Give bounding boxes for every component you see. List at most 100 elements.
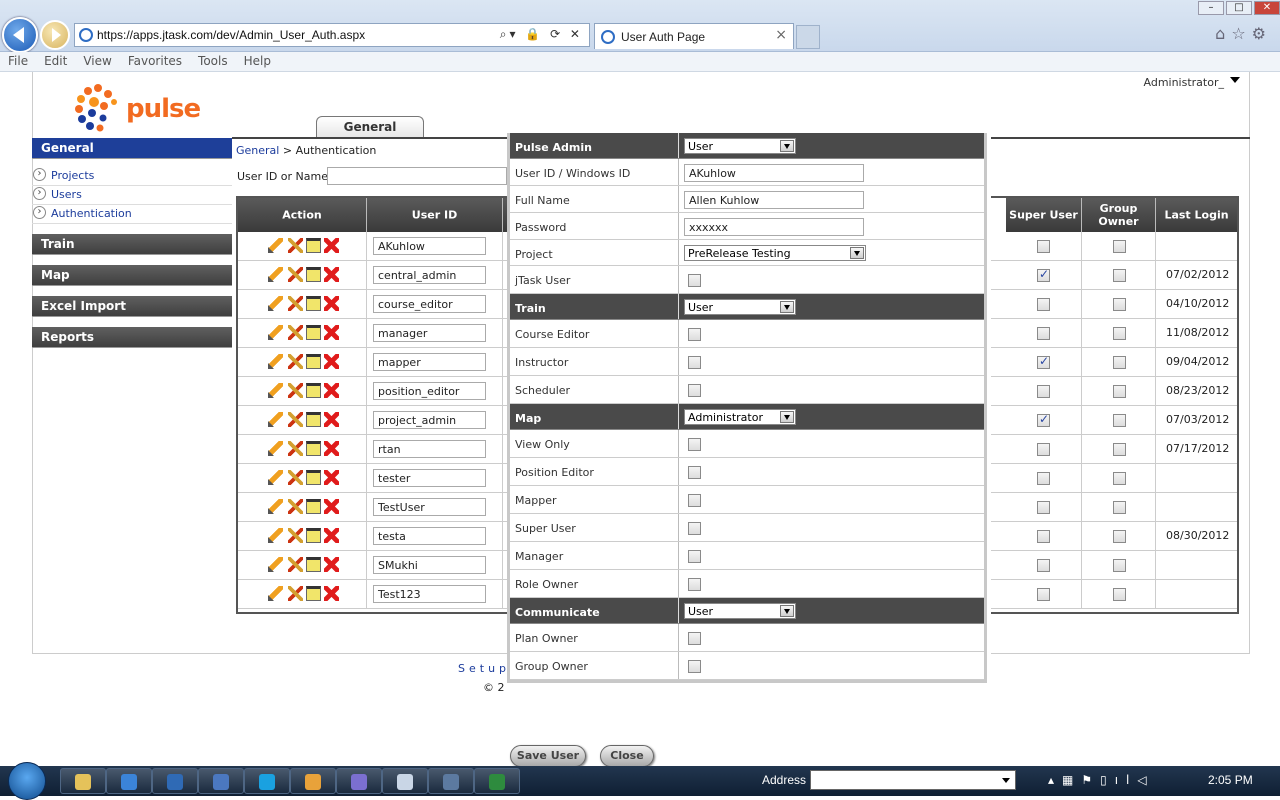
super-user-checkbox[interactable] [1037, 530, 1050, 543]
edit-pencil-icon[interactable] [268, 499, 283, 514]
edit-pencil-icon[interactable] [268, 528, 283, 543]
notes-icon[interactable] [306, 325, 321, 340]
taskbar-app-tool[interactable] [428, 768, 474, 794]
notes-icon[interactable] [306, 528, 321, 543]
full-name-field[interactable]: Allen Kuhlow [684, 191, 864, 209]
group-owner-checkbox[interactable] [1113, 472, 1126, 485]
super-user-checkbox[interactable] [1037, 267, 1050, 282]
user-id-field[interactable]: manager [373, 324, 486, 342]
delete-icon[interactable] [324, 238, 339, 253]
role-select[interactable]: Administrator [684, 409, 796, 425]
sidebar-item-projects[interactable]: Projects [32, 167, 232, 186]
user-id-field[interactable]: TestUser [373, 498, 486, 516]
reset-key-icon[interactable] [288, 499, 303, 514]
group-owner-checkbox[interactable] [1113, 356, 1126, 369]
clock[interactable]: 2:05 PM [1208, 773, 1253, 787]
edit-pencil-icon[interactable] [268, 586, 283, 601]
delete-icon[interactable] [324, 325, 339, 340]
reset-key-icon[interactable] [288, 586, 303, 601]
super-user-checkbox[interactable] [1037, 412, 1050, 427]
close-tab-icon[interactable]: × [775, 27, 787, 43]
user-id-field[interactable]: position_editor [373, 382, 486, 400]
edit-pencil-icon[interactable] [268, 325, 283, 340]
delete-icon[interactable] [324, 499, 339, 514]
footer-links[interactable]: Setup [458, 662, 510, 675]
reset-key-icon[interactable] [288, 470, 303, 485]
sidebar-reports[interactable]: Reports [32, 327, 232, 348]
group-owner-checkbox[interactable] [1113, 588, 1126, 601]
position-editor-checkbox[interactable] [688, 466, 701, 479]
user-id-field[interactable]: AKuhlow [373, 237, 486, 255]
notes-icon[interactable] [306, 470, 321, 485]
notes-icon[interactable] [306, 499, 321, 514]
edit-pencil-icon[interactable] [268, 412, 283, 427]
user-id-field[interactable]: central_admin [373, 266, 486, 284]
save-user-button[interactable]: Save User [510, 745, 586, 767]
delete-icon[interactable] [324, 354, 339, 369]
menu-tools[interactable]: Tools [190, 52, 236, 70]
back-button[interactable] [2, 17, 38, 53]
group-owner-checkbox[interactable] [1113, 298, 1126, 311]
address-tools-icons[interactable]: ⌕▾ 🔒 ⟳ ✕ [500, 27, 583, 42]
delete-icon[interactable] [324, 528, 339, 543]
super-user-checkbox[interactable] [1037, 354, 1050, 369]
reset-key-icon[interactable] [288, 267, 303, 282]
super-user-checkbox[interactable] [1037, 385, 1050, 398]
plan-owner-checkbox[interactable] [688, 632, 701, 645]
edit-pencil-icon[interactable] [268, 296, 283, 311]
menu-file[interactable]: File [0, 52, 36, 70]
taskbar-app-skype[interactable] [244, 768, 290, 794]
sidebar-general[interactable]: General [32, 138, 232, 159]
sidebar-map[interactable]: Map [32, 265, 232, 286]
taskbar-app-ie[interactable] [106, 768, 152, 794]
user-id-field[interactable]: tester [373, 469, 486, 487]
menu-help[interactable]: Help [236, 52, 279, 70]
edit-pencil-icon[interactable] [268, 267, 283, 282]
reset-key-icon[interactable] [288, 557, 303, 572]
delete-icon[interactable] [324, 383, 339, 398]
group-owner-checkbox[interactable] [1113, 240, 1126, 253]
delete-icon[interactable] [324, 412, 339, 427]
maximize-button[interactable]: □ [1226, 1, 1252, 15]
user-id-field[interactable]: testa [373, 527, 486, 545]
user-id-field[interactable]: SMukhi [373, 556, 486, 574]
user-id-windows-id-field[interactable]: AKuhlow [684, 164, 864, 182]
user-id-field[interactable]: mapper [373, 353, 486, 371]
menu-favorites[interactable]: Favorites [120, 52, 190, 70]
notes-icon[interactable] [306, 267, 321, 282]
reset-key-icon[interactable] [288, 296, 303, 311]
group-owner-checkbox[interactable] [1113, 327, 1126, 340]
filter-input[interactable] [327, 167, 507, 185]
menu-edit[interactable]: Edit [36, 52, 75, 70]
group-owner-checkbox[interactable] [1113, 559, 1126, 572]
super-user-checkbox[interactable] [1037, 327, 1050, 340]
address-bar[interactable]: https://apps.jtask.com/dev/Admin_User_Au… [74, 23, 590, 47]
reset-key-icon[interactable] [288, 528, 303, 543]
scheduler-checkbox[interactable] [688, 384, 701, 397]
edit-pencil-icon[interactable] [268, 557, 283, 572]
view-only-checkbox[interactable] [688, 438, 701, 451]
reset-key-icon[interactable] [288, 325, 303, 340]
taskbar-app-notepad[interactable] [382, 768, 428, 794]
mapper-checkbox[interactable] [688, 494, 701, 507]
new-tab-button[interactable] [796, 25, 820, 49]
super-user-checkbox[interactable] [1037, 443, 1050, 456]
super-user-checkbox[interactable] [688, 522, 701, 535]
role-owner-checkbox[interactable] [688, 578, 701, 591]
taskbar-app-excel[interactable] [474, 768, 520, 794]
delete-icon[interactable] [324, 470, 339, 485]
group-owner-checkbox[interactable] [1113, 414, 1126, 427]
instructor-checkbox[interactable] [688, 356, 701, 369]
user-menu[interactable]: Administrator_ [1144, 76, 1241, 89]
jtask-user-checkbox[interactable] [688, 274, 701, 287]
sidebar-item-authentication[interactable]: Authentication [32, 205, 232, 224]
super-user-checkbox[interactable] [1037, 501, 1050, 514]
super-user-checkbox[interactable] [1037, 298, 1050, 311]
taskbar-app-explorer[interactable] [60, 768, 106, 794]
browser-tool-icons[interactable]: ⌂☆⚙ [1215, 24, 1272, 43]
close-button[interactable]: Close [600, 745, 654, 767]
notes-icon[interactable] [306, 441, 321, 456]
notes-icon[interactable] [306, 238, 321, 253]
edit-pencil-icon[interactable] [268, 383, 283, 398]
group-owner-checkbox[interactable] [1113, 443, 1126, 456]
